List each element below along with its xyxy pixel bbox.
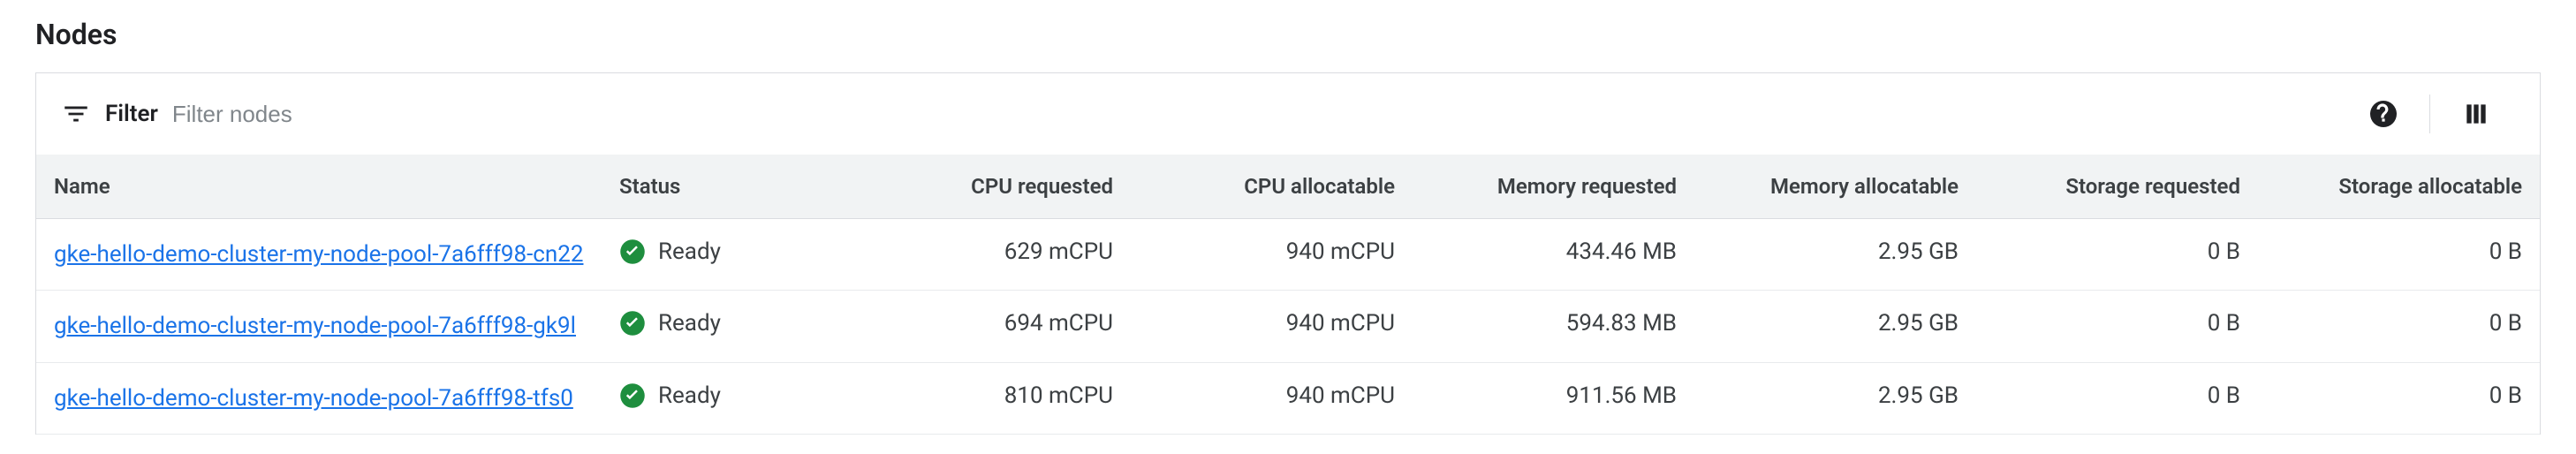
filter-bar: Filter — [36, 73, 2540, 155]
filter-input[interactable] — [172, 101, 526, 128]
table-header-row: Name Status CPU requested CPU allocatabl… — [36, 155, 2540, 219]
status-ready-icon — [619, 382, 646, 409]
node-link[interactable]: gke-hello-demo-cluster-my-node-pool-7a6f… — [54, 382, 573, 414]
columns-button[interactable] — [2444, 89, 2508, 139]
storage-allocatable-cell: 0 B — [2258, 362, 2540, 434]
col-status[interactable]: Status — [602, 155, 849, 219]
cpu-allocatable-cell: 940 mCPU — [1131, 362, 1413, 434]
memory-requested-cell: 434.46 MB — [1413, 219, 1694, 291]
memory-allocatable-cell: 2.95 GB — [1694, 362, 1976, 434]
storage-allocatable-cell: 0 B — [2258, 291, 2540, 362]
storage-requested-cell: 0 B — [1976, 362, 2258, 434]
col-cpu-requested[interactable]: CPU requested — [849, 155, 1131, 219]
col-storage-allocatable[interactable]: Storage allocatable — [2258, 155, 2540, 219]
help-button[interactable] — [2352, 89, 2415, 139]
nodes-table-frame: Filter Name Status — [35, 72, 2541, 435]
col-name[interactable]: Name — [36, 155, 602, 219]
cpu-requested-cell: 629 mCPU — [849, 219, 1131, 291]
filter-icon[interactable] — [61, 99, 91, 129]
memory-requested-cell: 594.83 MB — [1413, 291, 1694, 362]
node-link[interactable]: gke-hello-demo-cluster-my-node-pool-7a6f… — [54, 238, 583, 270]
section-title: Nodes — [35, 0, 2541, 72]
table-row: gke-hello-demo-cluster-my-node-pool-7a6f… — [36, 362, 2540, 434]
table-row: gke-hello-demo-cluster-my-node-pool-7a6f… — [36, 291, 2540, 362]
table-row: gke-hello-demo-cluster-my-node-pool-7a6f… — [36, 219, 2540, 291]
storage-requested-cell: 0 B — [1976, 219, 2258, 291]
memory-allocatable-cell: 2.95 GB — [1694, 291, 1976, 362]
storage-allocatable-cell: 0 B — [2258, 219, 2540, 291]
cpu-requested-cell: 810 mCPU — [849, 362, 1131, 434]
node-link[interactable]: gke-hello-demo-cluster-my-node-pool-7a6f… — [54, 310, 576, 342]
cpu-requested-cell: 694 mCPU — [849, 291, 1131, 362]
status-text: Ready — [658, 238, 721, 265]
nodes-table: Name Status CPU requested CPU allocatabl… — [36, 155, 2540, 435]
memory-requested-cell: 911.56 MB — [1413, 362, 1694, 434]
status-ready-icon — [619, 238, 646, 265]
col-memory-allocatable[interactable]: Memory allocatable — [1694, 155, 1976, 219]
status-text: Ready — [658, 382, 721, 409]
storage-requested-cell: 0 B — [1976, 291, 2258, 362]
col-memory-requested[interactable]: Memory requested — [1413, 155, 1694, 219]
col-storage-requested[interactable]: Storage requested — [1976, 155, 2258, 219]
toolbar-divider — [2429, 95, 2430, 133]
cpu-allocatable-cell: 940 mCPU — [1131, 291, 1413, 362]
cpu-allocatable-cell: 940 mCPU — [1131, 219, 1413, 291]
memory-allocatable-cell: 2.95 GB — [1694, 219, 1976, 291]
status-ready-icon — [619, 310, 646, 337]
filter-label: Filter — [105, 101, 158, 127]
status-text: Ready — [658, 310, 721, 337]
col-cpu-allocatable[interactable]: CPU allocatable — [1131, 155, 1413, 219]
